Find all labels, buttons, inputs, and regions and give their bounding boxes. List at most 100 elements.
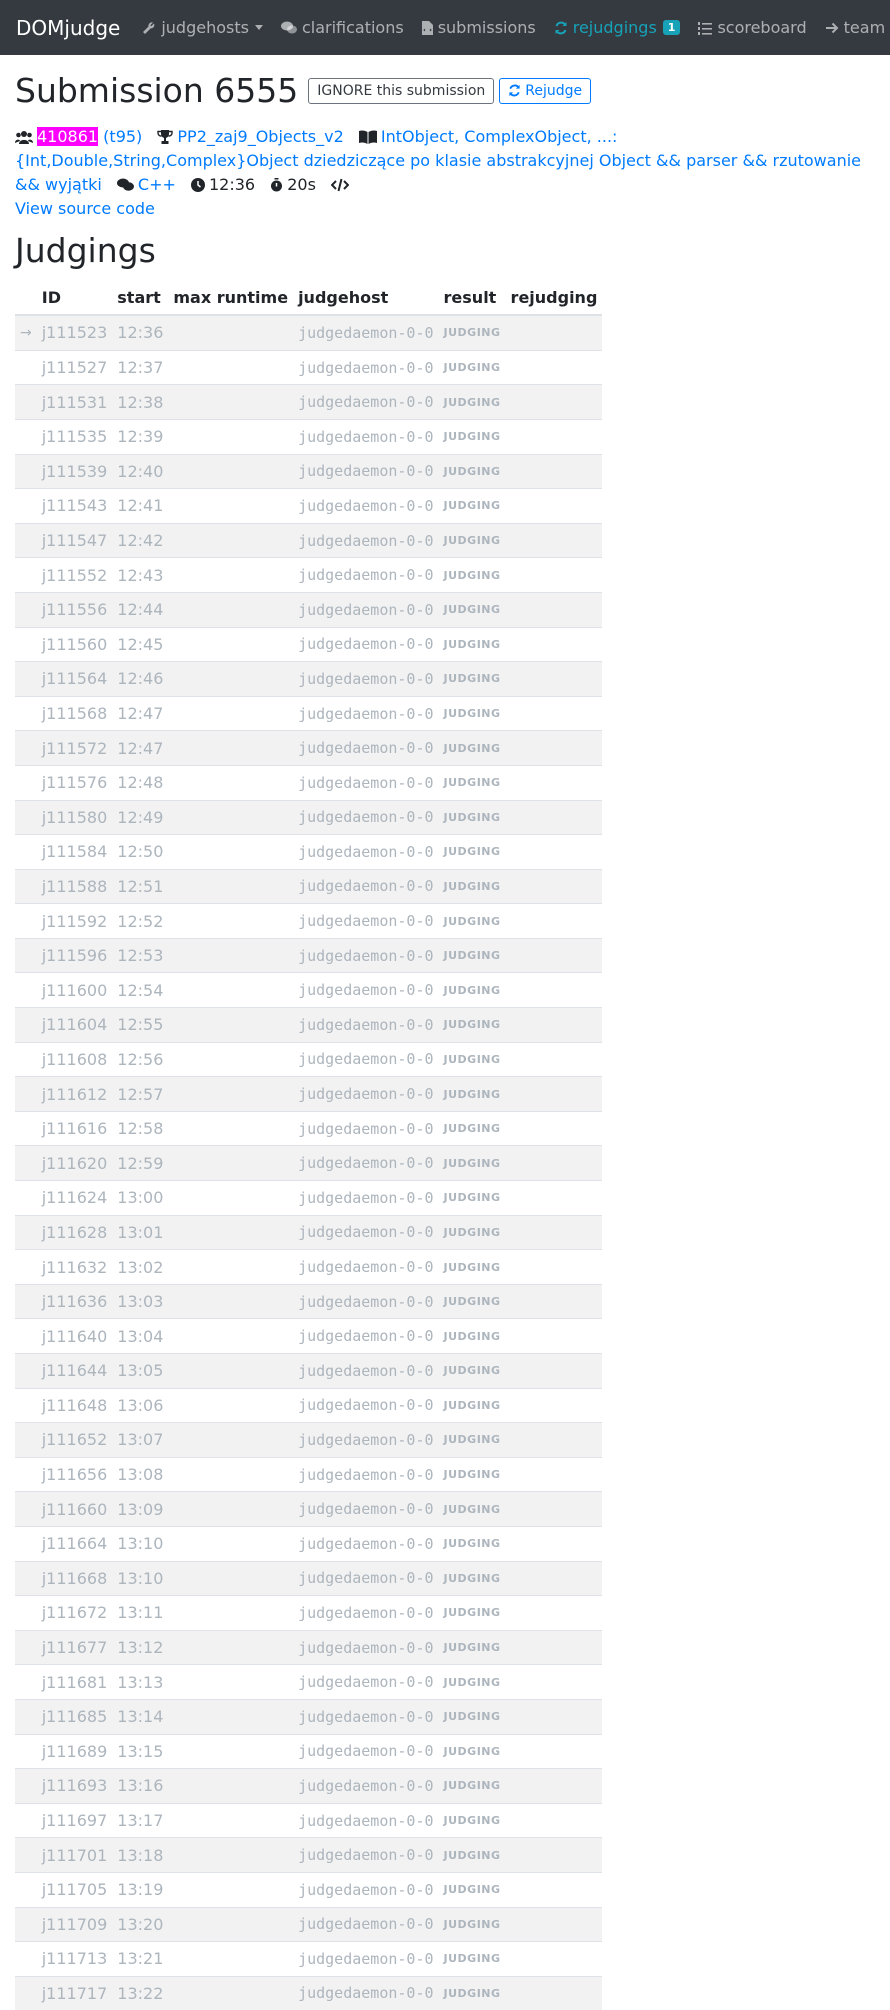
table-row[interactable]: j111624 13:00 judgedaemon-0-0 JUDGING bbox=[15, 1180, 603, 1216]
table-row[interactable]: j111612 12:57 judgedaemon-0-0 JUDGING bbox=[15, 1076, 603, 1112]
table-row[interactable]: j111677 13:12 judgedaemon-0-0 JUDGING bbox=[15, 1629, 603, 1665]
nav-judgehosts[interactable]: judgehosts bbox=[142, 18, 263, 37]
judging-id: j111640 bbox=[36, 1318, 113, 1354]
judging-judgehost: judgedaemon-0-0 bbox=[293, 1214, 439, 1250]
table-row[interactable]: j111584 12:50 judgedaemon-0-0 JUDGING bbox=[15, 834, 603, 870]
table-row[interactable]: j111531 12:38 judgedaemon-0-0 JUDGING bbox=[15, 384, 603, 420]
nav-scoreboard[interactable]: scoreboard bbox=[698, 18, 807, 37]
table-row[interactable]: j111636 13:03 judgedaemon-0-0 JUDGING bbox=[15, 1283, 603, 1319]
table-row[interactable]: j111588 12:51 judgedaemon-0-0 JUDGING bbox=[15, 868, 603, 904]
table-row[interactable]: j111632 13:02 judgedaemon-0-0 JUDGING bbox=[15, 1249, 603, 1285]
table-row[interactable]: j111693 13:16 judgedaemon-0-0 JUDGING bbox=[15, 1768, 603, 1804]
judging-result: JUDGING bbox=[438, 972, 506, 1008]
table-row[interactable]: j111660 13:09 judgedaemon-0-0 JUDGING bbox=[15, 1491, 603, 1527]
judging-judgehost: judgedaemon-0-0 bbox=[293, 972, 439, 1008]
table-row[interactable]: j111701 13:18 judgedaemon-0-0 JUDGING bbox=[15, 1837, 603, 1873]
judging-start: 12:50 bbox=[112, 834, 169, 870]
table-row[interactable]: j111600 12:54 judgedaemon-0-0 JUDGING bbox=[15, 972, 603, 1008]
judging-result: JUDGING bbox=[438, 903, 506, 939]
judging-id: j111677 bbox=[36, 1629, 113, 1665]
table-row[interactable]: j111572 12:47 judgedaemon-0-0 JUDGING bbox=[15, 730, 603, 766]
table-row[interactable]: j111539 12:40 judgedaemon-0-0 JUDGING bbox=[15, 453, 603, 489]
row-marker bbox=[15, 349, 37, 385]
table-row[interactable]: j111664 13:10 judgedaemon-0-0 JUDGING bbox=[15, 1525, 603, 1562]
judging-id: j111624 bbox=[36, 1180, 113, 1216]
table-row[interactable]: j111620 12:59 judgedaemon-0-0 JUDGING bbox=[15, 1145, 603, 1181]
table-row[interactable]: j111552 12:43 judgedaemon-0-0 JUDGING bbox=[15, 557, 603, 593]
judging-start: 13:09 bbox=[112, 1491, 169, 1527]
language-link[interactable]: C++ bbox=[138, 175, 176, 194]
row-marker bbox=[15, 937, 37, 973]
table-row[interactable]: j111644 13:05 judgedaemon-0-0 JUDGING bbox=[15, 1353, 603, 1389]
table-row[interactable]: j111564 12:46 judgedaemon-0-0 JUDGING bbox=[15, 661, 603, 697]
table-row[interactable]: j111668 13:10 judgedaemon-0-0 JUDGING bbox=[15, 1560, 603, 1596]
judging-rejudging bbox=[505, 1629, 603, 1665]
table-row[interactable]: j111560 12:45 judgedaemon-0-0 JUDGING bbox=[15, 626, 603, 662]
table-row[interactable]: j111656 13:08 judgedaemon-0-0 JUDGING bbox=[15, 1456, 603, 1492]
table-row[interactable]: j111689 13:15 judgedaemon-0-0 JUDGING bbox=[15, 1733, 603, 1769]
judging-result: JUDGING bbox=[438, 1422, 506, 1458]
table-row[interactable]: j111604 12:55 judgedaemon-0-0 JUDGING bbox=[15, 1007, 603, 1043]
judging-rejudging bbox=[505, 522, 603, 558]
table-row[interactable]: j111527 12:37 judgedaemon-0-0 JUDGING bbox=[15, 349, 603, 385]
table-row[interactable]: j111556 12:44 judgedaemon-0-0 JUDGING bbox=[15, 591, 603, 628]
table-row[interactable]: j111652 13:07 judgedaemon-0-0 JUDGING bbox=[15, 1422, 603, 1458]
nav-submissions[interactable]: submissions bbox=[421, 18, 536, 37]
nav-rejudgings[interactable]: rejudgings 1 bbox=[554, 18, 681, 37]
judging-start: 13:13 bbox=[112, 1664, 169, 1700]
table-row[interactable]: j111608 12:56 judgedaemon-0-0 JUDGING bbox=[15, 1041, 603, 1077]
nav-clarifications[interactable]: clarifications bbox=[280, 18, 404, 37]
table-row[interactable]: j111681 13:13 judgedaemon-0-0 JUDGING bbox=[15, 1664, 603, 1700]
judging-rejudging bbox=[505, 384, 603, 420]
judging-rejudging bbox=[505, 591, 603, 628]
judging-start: 13:01 bbox=[112, 1214, 169, 1250]
table-row[interactable]: j111713 13:21 judgedaemon-0-0 JUDGING bbox=[15, 1941, 603, 1977]
judging-max-runtime bbox=[168, 661, 294, 697]
judging-rejudging bbox=[505, 1768, 603, 1804]
table-row[interactable]: j111580 12:49 judgedaemon-0-0 JUDGING bbox=[15, 799, 603, 835]
table-row[interactable]: j111628 13:01 judgedaemon-0-0 JUDGING bbox=[15, 1214, 603, 1250]
rejudge-button[interactable]: Rejudge bbox=[499, 77, 592, 104]
judging-judgehost: judgedaemon-0-0 bbox=[293, 1802, 439, 1838]
row-marker bbox=[15, 1664, 37, 1700]
team-link[interactable]: 410861 (t95) bbox=[37, 126, 142, 146]
wrench-icon bbox=[143, 21, 155, 34]
table-row[interactable]: j111648 13:06 judgedaemon-0-0 JUDGING bbox=[15, 1387, 603, 1423]
nav-label: judgehosts bbox=[161, 18, 249, 37]
row-marker bbox=[15, 418, 37, 455]
table-row[interactable]: j111568 12:47 judgedaemon-0-0 JUDGING bbox=[15, 695, 603, 731]
table-row[interactable]: j111576 12:48 judgedaemon-0-0 JUDGING bbox=[15, 764, 603, 800]
table-row[interactable]: j111672 13:11 judgedaemon-0-0 JUDGING bbox=[15, 1595, 603, 1631]
table-row[interactable]: j111543 12:41 judgedaemon-0-0 JUDGING bbox=[15, 488, 603, 524]
view-source-code-link[interactable]: View source code bbox=[15, 199, 155, 218]
table-row[interactable]: j111596 12:53 judgedaemon-0-0 JUDGING bbox=[15, 937, 603, 973]
ignore-submission-button[interactable]: IGNORE this submission bbox=[308, 77, 495, 104]
table-row[interactable]: → j111523 12:36 judgedaemon-0-0 JUDGING bbox=[15, 314, 603, 351]
judging-result: JUDGING bbox=[438, 1110, 506, 1146]
column-header-marker bbox=[15, 280, 37, 317]
table-row[interactable]: j111717 13:22 judgedaemon-0-0 JUDGING bbox=[15, 1975, 603, 2010]
table-row[interactable]: j111592 12:52 judgedaemon-0-0 JUDGING bbox=[15, 903, 603, 939]
nav-team[interactable]: team bbox=[825, 18, 885, 37]
source-code-info bbox=[330, 175, 353, 194]
row-marker bbox=[15, 626, 37, 662]
language-info: C++ bbox=[116, 175, 176, 194]
brand-logo[interactable]: DOMjudge bbox=[16, 16, 120, 40]
table-row[interactable]: j111705 13:19 judgedaemon-0-0 JUDGING bbox=[15, 1871, 603, 1907]
judging-judgehost: judgedaemon-0-0 bbox=[293, 1007, 439, 1043]
judging-start: 13:05 bbox=[112, 1353, 169, 1389]
judging-judgehost: judgedaemon-0-0 bbox=[293, 1041, 439, 1077]
table-row[interactable]: j111640 13:04 judgedaemon-0-0 JUDGING bbox=[15, 1318, 603, 1354]
judging-start: 12:45 bbox=[112, 626, 169, 662]
judging-start: 13:10 bbox=[112, 1525, 169, 1562]
table-row[interactable]: j111535 12:39 judgedaemon-0-0 JUDGING bbox=[15, 418, 603, 455]
judging-id: j111620 bbox=[36, 1145, 113, 1181]
table-row[interactable]: j111697 13:17 judgedaemon-0-0 JUDGING bbox=[15, 1802, 603, 1838]
table-row[interactable]: j111685 13:14 judgedaemon-0-0 JUDGING bbox=[15, 1698, 603, 1735]
judging-judgehost: judgedaemon-0-0 bbox=[293, 1525, 439, 1562]
judging-start: 13:02 bbox=[112, 1249, 169, 1285]
table-row[interactable]: j111709 13:20 judgedaemon-0-0 JUDGING bbox=[15, 1906, 603, 1942]
table-row[interactable]: j111547 12:42 judgedaemon-0-0 JUDGING bbox=[15, 522, 603, 558]
contest-link[interactable]: PP2_zaj9_Objects_v2 bbox=[177, 127, 343, 146]
table-row[interactable]: j111616 12:58 judgedaemon-0-0 JUDGING bbox=[15, 1110, 603, 1146]
